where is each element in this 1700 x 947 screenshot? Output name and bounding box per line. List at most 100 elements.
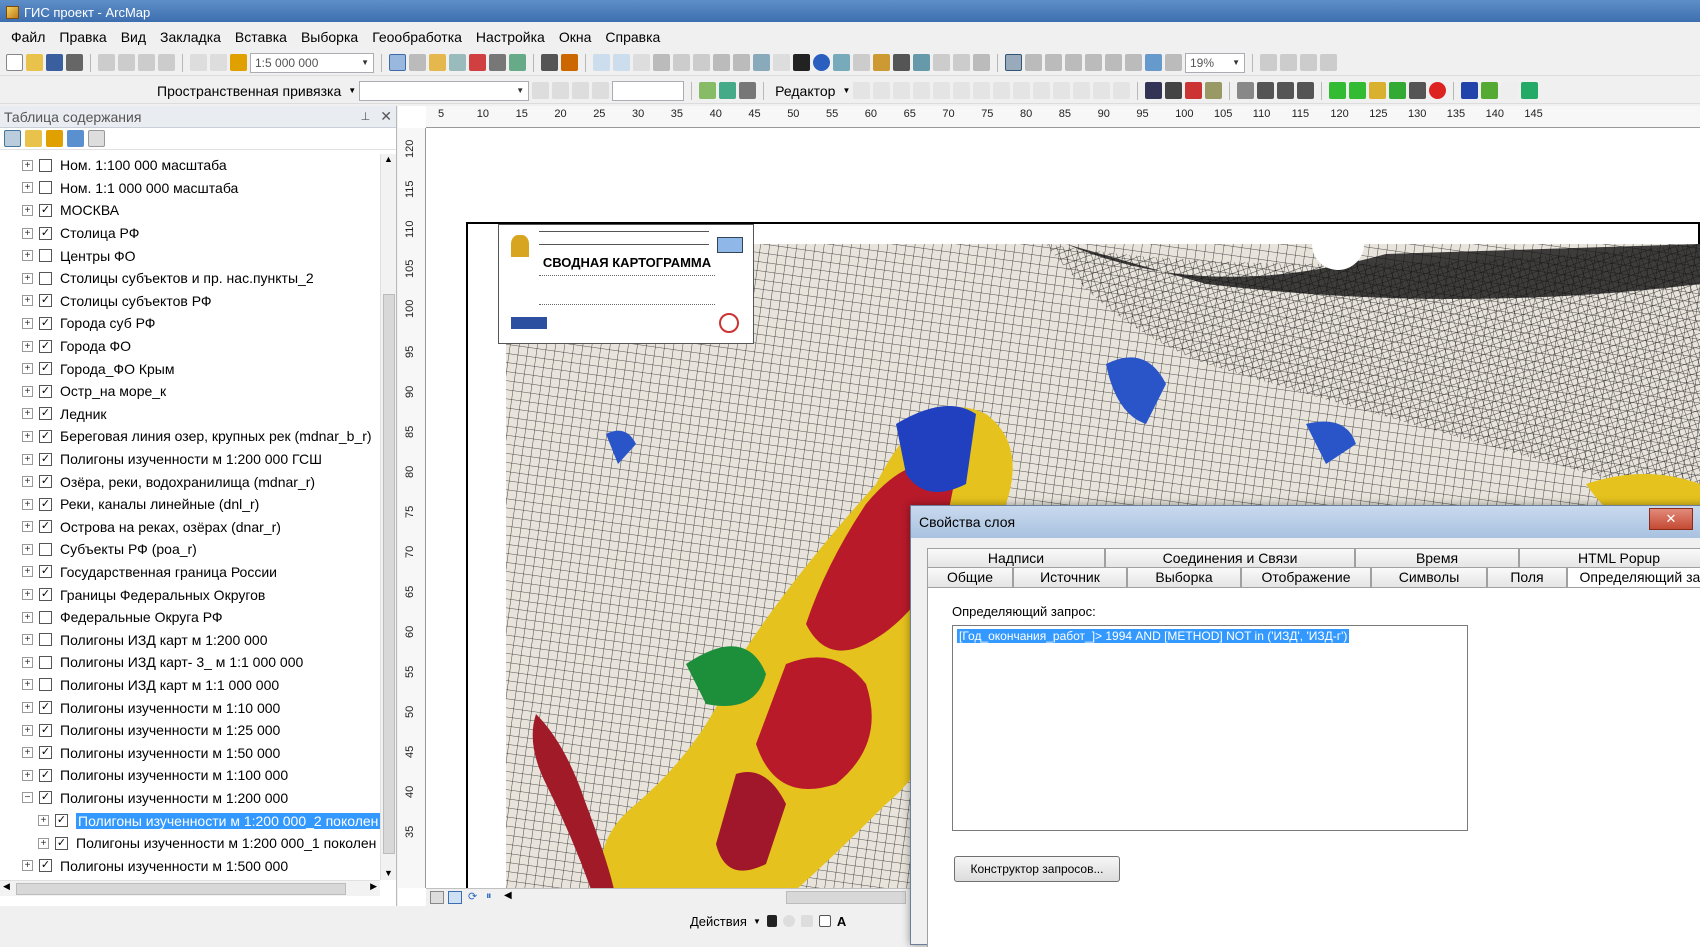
layer-visibility-checkbox[interactable]: ✓	[39, 701, 52, 715]
georef-layer-combo[interactable]: ▼	[359, 80, 530, 101]
expand-icon[interactable]: +	[22, 543, 33, 555]
expand-icon[interactable]: +	[22, 769, 33, 781]
layout-pan-icon[interactable]	[1045, 54, 1062, 71]
expand-icon[interactable]: +	[22, 340, 33, 352]
layer-visibility-checkbox[interactable]: ✓	[39, 859, 52, 873]
print-icon[interactable]	[66, 54, 83, 71]
toc-layer-item[interactable]: + ✓ Остр_на море_к	[0, 380, 380, 403]
expand-icon[interactable]: +	[22, 453, 33, 465]
chevron-down-icon[interactable]: ▼	[842, 86, 850, 95]
expand-icon[interactable]: +	[22, 272, 33, 284]
stop-icon[interactable]	[1429, 82, 1447, 99]
tab-display[interactable]: Отображение	[1241, 567, 1371, 587]
export-icon[interactable]	[1389, 82, 1407, 99]
exit-icon[interactable]	[1521, 82, 1539, 99]
page-extent-icon[interactable]	[1125, 54, 1142, 71]
layer-visibility-checkbox[interactable]: ✓	[39, 723, 52, 737]
toc-layer-item[interactable]: + ✓ Полигоны изученности м 1:200 000_1 пок…	[0, 832, 380, 855]
toc-layer-item[interactable]: + Центры ФО	[0, 244, 380, 267]
layer-visibility-checkbox[interactable]: ✓	[39, 520, 52, 534]
expand-icon[interactable]: +	[22, 702, 33, 714]
layer-visibility-checkbox[interactable]	[39, 249, 52, 263]
actions-menu[interactable]: Действия	[690, 914, 747, 929]
scale-icon[interactable]	[572, 82, 590, 99]
go-to-xy-icon[interactable]	[933, 54, 950, 71]
focus-data-frame-icon[interactable]	[1280, 54, 1297, 71]
toc-layer-item[interactable]: − ✓ Полигоны изученности м 1:200 000	[0, 787, 380, 810]
layer-visibility-checkbox[interactable]: ✓	[39, 746, 52, 760]
menu-insert[interactable]: Вставка	[228, 27, 294, 47]
expand-icon[interactable]: +	[22, 679, 33, 691]
expand-icon[interactable]: +	[22, 589, 33, 601]
save-icon[interactable]	[46, 54, 63, 71]
layout-zoom-combo[interactable]: 19% ▼	[1185, 52, 1245, 73]
map-horizontal-scroll-thumb[interactable]	[786, 891, 906, 904]
toc-layer-item[interactable]: + ✓ Полигоны изученности м 1:10 000	[0, 696, 380, 719]
list-by-drawing-order-icon[interactable]	[4, 130, 21, 147]
menu-geoprocessing[interactable]: Геообработка	[365, 27, 469, 47]
delete-icon[interactable]	[158, 54, 175, 71]
data-view-icon[interactable]	[430, 891, 444, 904]
tab-general[interactable]: Общие	[927, 567, 1013, 587]
close-icon[interactable]: ✕	[380, 108, 392, 125]
expand-icon[interactable]: +	[22, 295, 33, 307]
toc-layer-item[interactable]: + Столицы субъектов и пр. нас.пункты_2	[0, 267, 380, 290]
expand-icon[interactable]: +	[22, 159, 33, 171]
identify-icon[interactable]	[813, 54, 830, 71]
layout-view-icon[interactable]	[448, 891, 462, 904]
toc-layer-item[interactable]: + ✓ Государственная граница России	[0, 561, 380, 584]
catalog-window-icon[interactable]	[429, 54, 446, 71]
clear-selection-icon[interactable]	[773, 54, 790, 71]
menu-windows[interactable]: Окна	[552, 27, 599, 47]
expand-icon[interactable]: +	[22, 521, 33, 533]
fixed-layout-zoom-icon[interactable]	[1105, 54, 1122, 71]
toc-layer-item[interactable]: + ✓ Столица РФ	[0, 222, 380, 245]
list-by-source-icon[interactable]	[25, 130, 42, 147]
open-folder-icon[interactable]	[26, 54, 43, 71]
forward-arrow-icon[interactable]	[733, 54, 750, 71]
trace-icon[interactable]	[933, 82, 951, 99]
link-table-icon[interactable]	[719, 82, 737, 99]
list-by-visibility-icon[interactable]	[46, 130, 63, 147]
refresh-view-icon[interactable]: ⟳	[468, 890, 477, 903]
search-window-icon[interactable]	[449, 54, 466, 71]
select-elements-icon[interactable]	[793, 54, 810, 71]
menu-edit[interactable]: Правка	[52, 27, 113, 47]
expand-icon[interactable]: +	[22, 611, 33, 623]
straight-segment-icon[interactable]	[893, 82, 911, 99]
add-layer-icon[interactable]	[1329, 82, 1347, 99]
toc-layer-item[interactable]: + Ном. 1:1 000 000 масштаба	[0, 177, 380, 200]
toc-layer-item[interactable]: + ✓ Полигоны изученности м 1:100 000	[0, 764, 380, 787]
toc-layer-item[interactable]: + Ном. 1:100 000 масштаба	[0, 154, 380, 177]
toc-layer-item[interactable]: + Полигоны ИЗД карт м 1:200 000	[0, 628, 380, 651]
toc-layer-item[interactable]: + Полигоны ИЗД карт м 1:1 000 000	[0, 674, 380, 697]
link-icon[interactable]	[1277, 82, 1295, 99]
brush-icon[interactable]	[1297, 82, 1315, 99]
toc-layer-item[interactable]: + ✓ Полигоны изученности м 1:200 000_2 пок…	[0, 809, 380, 832]
list-by-selection-icon[interactable]	[67, 130, 84, 147]
back-arrow-icon[interactable]	[713, 54, 730, 71]
pause-drawing-icon[interactable]: ⏸	[486, 890, 492, 903]
toc-layer-item[interactable]: + ✓ МОСКВА	[0, 199, 380, 222]
layer-visibility-checkbox[interactable]: ✓	[39, 452, 52, 466]
layer-visibility-checkbox[interactable]: ✓	[39, 339, 52, 353]
expand-icon[interactable]: +	[22, 204, 33, 216]
toc-layer-item[interactable]: + ✓ Озёра, реки, водохранилища (mdnar_r)	[0, 470, 380, 493]
toc-window-icon[interactable]	[409, 54, 426, 71]
query-builder-button[interactable]: Конструктор запросов...	[954, 856, 1120, 882]
tab-source[interactable]: Источник	[1013, 567, 1127, 587]
sketch-properties-icon[interactable]	[1093, 82, 1111, 99]
expand-icon[interactable]: +	[38, 837, 49, 849]
zoom-in-icon[interactable]	[593, 54, 610, 71]
new-document-icon[interactable]	[6, 54, 23, 71]
magic-wand-icon[interactable]	[1205, 82, 1223, 99]
expand-icon[interactable]: −	[22, 792, 33, 804]
toc-layer-item[interactable]: + ✓ Города суб РФ	[0, 312, 380, 335]
tab-html-popup[interactable]: HTML Popup	[1519, 548, 1700, 568]
pencil-icon[interactable]	[1257, 82, 1275, 99]
end-point-arc-icon[interactable]	[913, 82, 931, 99]
layer-visibility-checkbox[interactable]: ✓	[39, 407, 52, 421]
select-features-icon[interactable]	[753, 54, 770, 71]
layer-visibility-checkbox[interactable]: ✓	[39, 565, 52, 579]
full-extent-icon[interactable]	[653, 54, 670, 71]
